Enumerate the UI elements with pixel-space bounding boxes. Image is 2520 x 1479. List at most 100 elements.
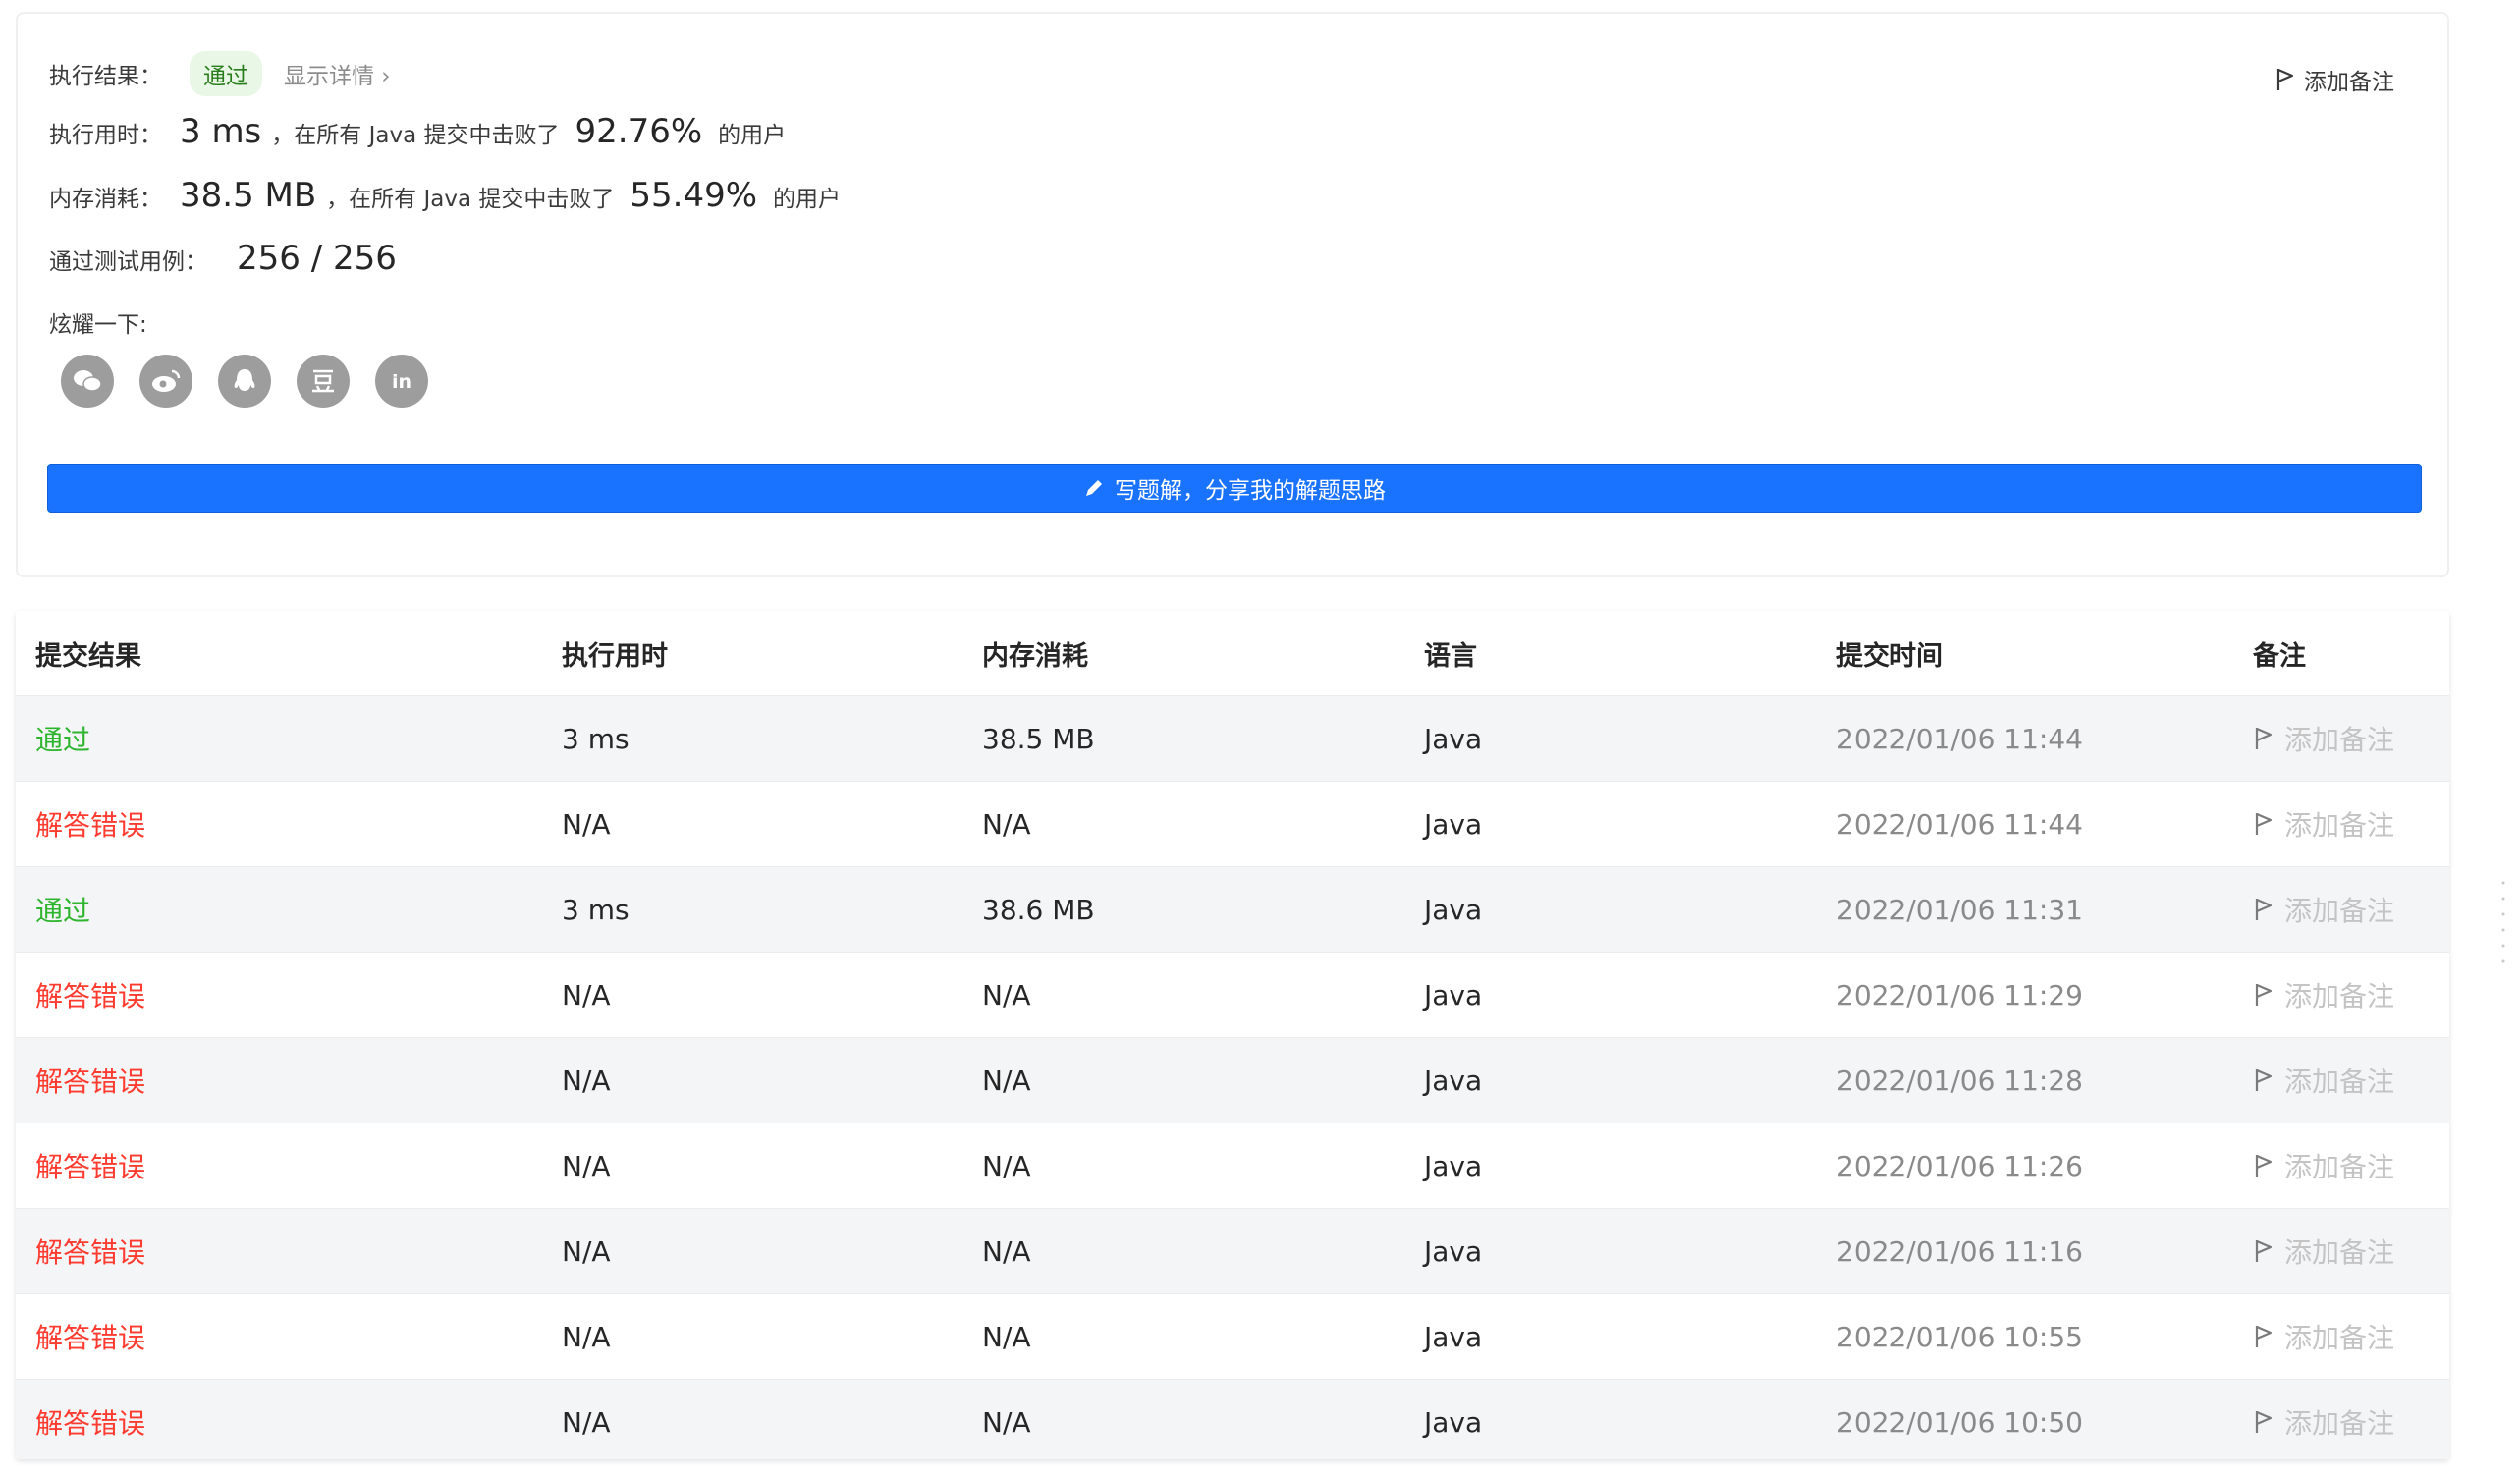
- status-link[interactable]: 解答错误: [35, 782, 145, 866]
- memory-suffix: 的用户: [773, 187, 842, 212]
- runtime-cell: 3 ms: [562, 893, 630, 926]
- runtime-label: 执行用时：: [49, 123, 162, 148]
- status-link[interactable]: 解答错误: [35, 953, 145, 1037]
- add-note-label: 添加备注: [2284, 1066, 2395, 1098]
- status-link[interactable]: 通过: [35, 696, 90, 781]
- add-note-button[interactable]: 添加备注: [2253, 1209, 2394, 1293]
- result-row: 执行结果： 通过 显示详情 ›: [49, 51, 391, 96]
- add-note-label: 添加备注: [2284, 809, 2395, 842]
- table-header: 提交结果 执行用时 内存消耗 语言 提交时间 备注: [16, 611, 2449, 696]
- add-note-button[interactable]: 添加备注: [2274, 63, 2394, 96]
- memory-cell: N/A: [982, 1234, 1031, 1268]
- language-cell: Java: [1424, 893, 1483, 926]
- table-row: 解答错误 N/A N/A Java 2022/01/06 10:55 添加备注: [16, 1294, 2449, 1380]
- submit-time-cell: 2022/01/06 11:29: [1836, 978, 2083, 1012]
- memory-cell: N/A: [982, 1320, 1031, 1353]
- qq-icon[interactable]: [218, 355, 271, 408]
- weibo-icon[interactable]: [139, 355, 192, 408]
- write-solution-label: 写题解，分享我的解题思路: [1115, 478, 1386, 504]
- add-note-label: 添加备注: [2284, 895, 2395, 927]
- language-cell: Java: [1424, 1149, 1483, 1182]
- add-note-label: 添加备注: [2284, 980, 2395, 1013]
- header-language: 语言: [1424, 640, 1477, 672]
- status-link[interactable]: 通过: [35, 867, 90, 952]
- share-row: 炫耀一下:: [49, 305, 147, 339]
- language-cell: Java: [1424, 807, 1483, 841]
- status-link[interactable]: 解答错误: [35, 1123, 145, 1208]
- flag-icon: [2255, 1239, 2273, 1262]
- flag-icon: [2255, 898, 2273, 920]
- result-label: 执行结果：: [49, 64, 162, 89]
- language-cell: Java: [1424, 1234, 1483, 1268]
- submit-time-cell: 2022/01/06 10:50: [1836, 1405, 2083, 1439]
- memory-cell: N/A: [982, 978, 1031, 1012]
- linkedin-icon[interactable]: in: [375, 355, 428, 408]
- resize-handle[interactable]: [2500, 879, 2506, 977]
- status-link[interactable]: 解答错误: [35, 1380, 145, 1459]
- memory-cell: N/A: [982, 1149, 1031, 1182]
- runtime-value: 3 ms: [180, 112, 262, 151]
- add-note-label: 添加备注: [2284, 1322, 2395, 1354]
- submit-time-cell: 2022/01/06 11:44: [1836, 722, 2083, 755]
- runtime-suffix: 的用户: [718, 123, 787, 148]
- add-note-label: 添加备注: [2284, 1236, 2395, 1269]
- wechat-icon[interactable]: [61, 355, 114, 408]
- add-note-label: 添加备注: [2284, 724, 2395, 756]
- tests-row: 通过测试用例： 256 / 256: [49, 239, 397, 278]
- table-row: 解答错误 N/A N/A Java 2022/01/06 11:16 添加备注: [16, 1209, 2449, 1294]
- add-note-button[interactable]: 添加备注: [2253, 953, 2394, 1037]
- memory-label: 内存消耗：: [49, 187, 162, 212]
- add-note-button[interactable]: 添加备注: [2253, 696, 2394, 781]
- submit-time-cell: 2022/01/06 11:28: [1836, 1064, 2083, 1097]
- submit-time-cell: 2022/01/06 10:55: [1836, 1320, 2083, 1353]
- header-runtime: 执行用时: [562, 640, 668, 672]
- flag-icon: [2255, 812, 2273, 835]
- language-cell: Java: [1424, 722, 1483, 755]
- memory-cell: N/A: [982, 1405, 1031, 1439]
- header-status: 提交结果: [35, 640, 141, 672]
- language-cell: Java: [1424, 1064, 1483, 1097]
- add-note-button[interactable]: 添加备注: [2253, 1123, 2394, 1208]
- douban-icon[interactable]: [297, 355, 350, 408]
- share-label: 炫耀一下:: [49, 312, 147, 338]
- add-note-label: 添加备注: [2284, 1407, 2395, 1440]
- table-row: 通过 3 ms 38.6 MB Java 2022/01/06 11:31 添加备注: [16, 867, 2449, 953]
- memory-cell: 38.6 MB: [982, 893, 1095, 926]
- runtime-cell: N/A: [562, 1149, 611, 1182]
- flag-icon: [2255, 1325, 2273, 1347]
- show-details-link[interactable]: 显示详情 ›: [284, 57, 391, 90]
- language-cell: Java: [1424, 1405, 1483, 1439]
- add-note-button[interactable]: 添加备注: [2253, 782, 2394, 866]
- add-note-button[interactable]: 添加备注: [2253, 1380, 2394, 1459]
- flag-icon: [2276, 68, 2294, 90]
- runtime-cell: N/A: [562, 1064, 611, 1097]
- runtime-cell: N/A: [562, 978, 611, 1012]
- flag-icon: [2255, 1068, 2273, 1091]
- flag-icon: [2255, 983, 2273, 1006]
- status-link[interactable]: 解答错误: [35, 1294, 145, 1379]
- add-note-button[interactable]: 添加备注: [2253, 867, 2394, 952]
- table-row: 解答错误 N/A N/A Java 2022/01/06 11:26 添加备注: [16, 1123, 2449, 1209]
- status-link[interactable]: 解答错误: [35, 1209, 145, 1293]
- add-note-button[interactable]: 添加备注: [2253, 1294, 2394, 1379]
- memory-row: 内存消耗： 38.5 MB ，在所有 Java 提交中击败了 55.49% 的用…: [49, 176, 841, 215]
- add-note-button[interactable]: 添加备注: [2253, 1038, 2394, 1123]
- language-cell: Java: [1424, 1320, 1483, 1353]
- memory-cell: N/A: [982, 1064, 1031, 1097]
- status-link[interactable]: 解答错误: [35, 1038, 145, 1123]
- runtime-cell: 3 ms: [562, 722, 630, 755]
- header-memory: 内存消耗: [982, 640, 1088, 672]
- table-row: 解答错误 N/A N/A Java 2022/01/06 11:28 添加备注: [16, 1038, 2449, 1123]
- header-time: 提交时间: [1836, 640, 1943, 672]
- runtime-text: ，在所有 Java 提交中击败了: [271, 123, 560, 148]
- write-solution-button[interactable]: 写题解，分享我的解题思路: [47, 464, 2422, 513]
- submit-time-cell: 2022/01/06 11:26: [1836, 1149, 2083, 1182]
- runtime-cell: N/A: [562, 1320, 611, 1353]
- result-card: 执行结果： 通过 显示详情 › 添加备注 执行用时： 3 ms ，在所有 Jav…: [16, 12, 2449, 577]
- submit-time-cell: 2022/01/06 11:31: [1836, 893, 2083, 926]
- flag-icon: [2255, 1410, 2273, 1433]
- memory-percent: 55.49%: [630, 176, 758, 215]
- flag-icon: [2255, 1154, 2273, 1177]
- memory-value: 38.5 MB: [180, 176, 317, 215]
- svg-text:in: in: [392, 371, 411, 393]
